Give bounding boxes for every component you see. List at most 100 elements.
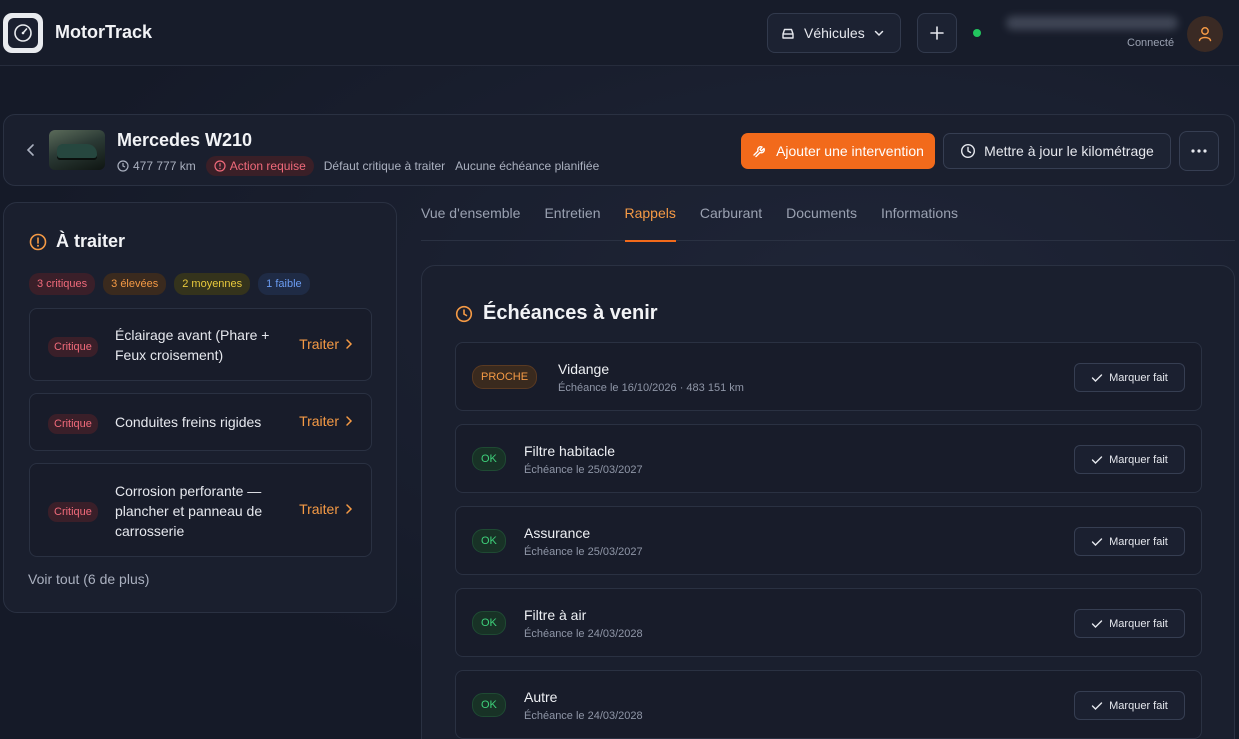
- issue-item[interactable]: Critique Conduites freins rigides Traite…: [29, 393, 372, 451]
- add-button[interactable]: [917, 13, 957, 53]
- chevron-right-icon: [345, 338, 353, 350]
- mark-done-label: Marquer fait: [1109, 371, 1168, 384]
- severity-badges: 3 critiques 3 élevées 2 moyennes 1 faibl…: [29, 273, 310, 295]
- tab-maintenance[interactable]: Entretien: [544, 202, 600, 241]
- reminder-due: Échéance le 25/03/2027: [524, 464, 643, 476]
- action-required-badge: Action requise: [205, 156, 314, 176]
- mark-done-label: Marquer fait: [1109, 699, 1168, 712]
- chevron-right-icon: [345, 415, 353, 427]
- check-icon: [1091, 373, 1103, 383]
- mark-done-label: Marquer fait: [1109, 453, 1168, 466]
- tab-reminders[interactable]: Rappels: [624, 202, 677, 242]
- issue-label: Éclairage avant (Phare + Feux croisement…: [115, 327, 270, 363]
- action-required-label: Action requise: [229, 159, 306, 173]
- clock-icon: [117, 160, 129, 172]
- alert-circle-icon: [29, 233, 47, 251]
- online-status-dot: [973, 29, 981, 37]
- reminder-item[interactable]: PROCHE Vidange Échéance le 16/10/2026 · …: [455, 342, 1202, 411]
- vehicle-photo: [49, 130, 105, 170]
- tab-information[interactable]: Informations: [881, 202, 958, 241]
- app-logo[interactable]: [3, 13, 43, 53]
- treat-label: Traiter: [299, 501, 339, 517]
- issue-item[interactable]: Critique Éclairage avant (Phare + Feux c…: [29, 308, 372, 381]
- severity-tag: Critique: [48, 414, 98, 434]
- reminder-title: Vidange: [558, 361, 610, 377]
- todo-title-text: À traiter: [56, 231, 126, 251]
- critical-note: Défaut critique à traiter: [323, 159, 446, 173]
- issue-label: Corrosion perforante — plancher et panne…: [115, 483, 263, 539]
- treat-button[interactable]: Traiter: [299, 413, 353, 429]
- reminder-title: Autre: [524, 689, 558, 705]
- vehicles-dropdown[interactable]: Véhicules: [767, 13, 901, 53]
- vehicle-tabs: Vue d'ensemble Entretien Rappels Carbura…: [421, 202, 1235, 242]
- critical-count-badge[interactable]: 3 critiques: [29, 273, 96, 295]
- back-chevron-icon[interactable]: [24, 142, 38, 158]
- mark-done-label: Marquer fait: [1109, 535, 1168, 548]
- app-name: MotorTrack: [55, 22, 153, 42]
- treat-button[interactable]: Traiter: [299, 336, 353, 352]
- reminders-title: Échéances à venir: [455, 302, 658, 325]
- treat-label: Traiter: [299, 413, 339, 429]
- todo-panel: À traiter 3 critiques 3 élevées 2 moyenn…: [3, 202, 397, 613]
- vehicle-name: Mercedes W210: [117, 130, 253, 150]
- reminder-item[interactable]: OK Filtre habitacle Échéance le 25/03/20…: [455, 424, 1202, 493]
- vehicles-label: Véhicules: [804, 25, 865, 41]
- see-all-link[interactable]: Voir tout (6 de plus): [28, 571, 149, 587]
- todo-title: À traiter: [29, 231, 125, 252]
- tab-overview[interactable]: Vue d'ensemble: [421, 202, 520, 241]
- vehicle-header: Mercedes W210 477 777 km Action requise …: [3, 114, 1235, 186]
- user-email-blurred: [1006, 16, 1178, 30]
- check-icon: [1091, 455, 1103, 465]
- status-badge: OK: [472, 693, 506, 717]
- tab-documents[interactable]: Documents: [786, 202, 857, 241]
- high-count-badge[interactable]: 3 élevées: [103, 273, 167, 295]
- check-icon: [1091, 537, 1103, 547]
- treat-label: Traiter: [299, 336, 339, 352]
- more-options-button[interactable]: [1179, 131, 1219, 171]
- user-icon: [1196, 25, 1214, 43]
- add-intervention-label: Ajouter une intervention: [776, 143, 924, 159]
- mileage-value: 477 777 km: [133, 159, 196, 173]
- mileage: 477 777 km: [117, 159, 196, 173]
- status-badge: PROCHE: [472, 365, 538, 389]
- mark-done-button[interactable]: Marquer fait: [1074, 691, 1185, 720]
- wrench-icon: [752, 143, 768, 159]
- reminder-title: Assurance: [524, 525, 591, 541]
- check-icon: [1091, 701, 1103, 711]
- reminders-panel: Échéances à venir PROCHE Vidange Échéanc…: [421, 265, 1235, 739]
- update-mileage-label: Mettre à jour le kilométrage: [984, 143, 1154, 159]
- severity-tag: Critique: [48, 502, 98, 522]
- severity-tag: Critique: [48, 337, 98, 357]
- reminders-title-text: Échéances à venir: [483, 302, 658, 324]
- mark-done-button[interactable]: Marquer fait: [1074, 445, 1185, 474]
- reminder-item[interactable]: OK Assurance Échéance le 25/03/2027 Marq…: [455, 506, 1202, 575]
- user-status: Connecté: [1127, 37, 1175, 49]
- chevron-right-icon: [345, 503, 353, 515]
- reminder-due: Échéance le 24/03/2028: [524, 628, 643, 640]
- mark-done-button[interactable]: Marquer fait: [1074, 363, 1185, 392]
- low-count-badge[interactable]: 1 faible: [258, 273, 310, 295]
- issue-item[interactable]: Critique Corrosion perforante — plancher…: [29, 463, 372, 557]
- reminder-item[interactable]: OK Filtre à air Échéance le 24/03/2028 M…: [455, 588, 1202, 657]
- tab-fuel[interactable]: Carburant: [700, 202, 762, 241]
- reminder-due: Échéance le 25/03/2027: [524, 546, 643, 558]
- status-badge: OK: [472, 529, 506, 553]
- status-badge: OK: [472, 447, 506, 471]
- mark-done-button[interactable]: Marquer fait: [1074, 527, 1185, 556]
- alert-icon: [214, 160, 226, 172]
- check-icon: [1091, 619, 1103, 629]
- speedometer-icon: [8, 18, 38, 48]
- clock-icon: [960, 143, 976, 159]
- reminder-title: Filtre à air: [524, 607, 587, 623]
- clock-icon: [455, 305, 473, 323]
- medium-count-badge[interactable]: 2 moyennes: [174, 273, 251, 295]
- status-badge: OK: [472, 611, 506, 635]
- chevron-down-icon: [873, 27, 885, 39]
- add-intervention-button[interactable]: Ajouter une intervention: [741, 133, 935, 169]
- update-mileage-button[interactable]: Mettre à jour le kilométrage: [943, 133, 1171, 169]
- mark-done-button[interactable]: Marquer fait: [1074, 609, 1185, 638]
- avatar[interactable]: [1187, 16, 1223, 52]
- schedule-note: Aucune échéance planifiée: [455, 159, 600, 173]
- reminder-item[interactable]: OK Autre Échéance le 24/03/2028 Marquer …: [455, 670, 1202, 739]
- treat-button[interactable]: Traiter: [299, 501, 353, 517]
